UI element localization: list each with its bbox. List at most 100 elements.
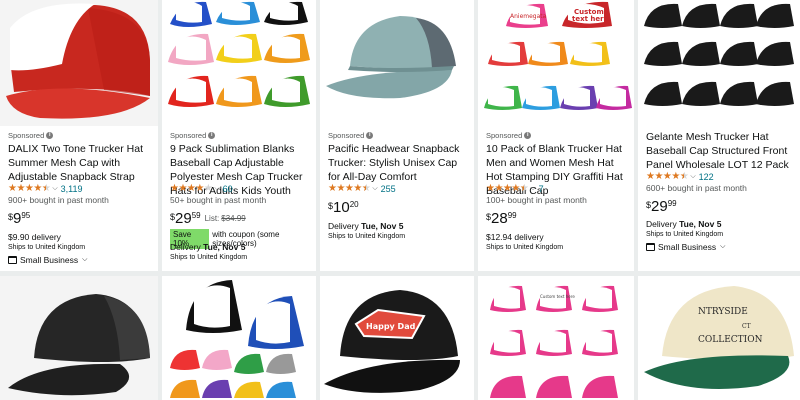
bought-count: 900+ bought in past month bbox=[8, 195, 109, 205]
delivery-date: Delivery Tue, Nov 5 bbox=[646, 219, 722, 229]
store-icon bbox=[646, 243, 655, 251]
sponsored-label[interactable]: Sponsored i bbox=[8, 131, 54, 140]
product-image[interactable] bbox=[0, 276, 158, 400]
info-icon[interactable]: i bbox=[366, 132, 374, 139]
bought-count: 600+ bought in past month bbox=[646, 183, 747, 193]
price-whole: 9 bbox=[13, 210, 22, 227]
delivery-fee: $12.94 delivery bbox=[486, 232, 544, 242]
sponsored-text: Sponsored bbox=[8, 131, 45, 140]
product-image[interactable] bbox=[162, 276, 316, 400]
product-card[interactable]: Sponsored i 9 Pack Sublimation Blanks Bas… bbox=[162, 0, 316, 271]
patch-text: Custom text here bbox=[540, 294, 575, 299]
bought-count: 100+ bought in past month bbox=[486, 195, 587, 205]
price-whole: 29 bbox=[651, 198, 668, 215]
product-price[interactable]: $29 59 List: $34.99 bbox=[170, 210, 246, 227]
list-price: List: $34.99 bbox=[204, 214, 246, 223]
patch-text: COLLECTION bbox=[698, 335, 763, 345]
chevron-down-icon[interactable]: ⌵ bbox=[372, 185, 377, 193]
ships-to: Ships to United Kingdom bbox=[170, 254, 248, 261]
small-business-badge[interactable]: Small Business ⌵ bbox=[646, 242, 725, 252]
price-fraction: 20 bbox=[349, 200, 359, 209]
product-title[interactable]: DALIX Two Tone Trucker Hat Summer Mesh C… bbox=[8, 142, 152, 184]
product-rating[interactable]: ★★★★★ ⌵ 60 bbox=[170, 183, 233, 194]
star-rating-icon: ★★★★★ bbox=[486, 183, 529, 194]
product-rating[interactable]: ★★★★★ ⌵ 122 bbox=[646, 171, 714, 182]
sponsored-label[interactable]: Sponsored i bbox=[486, 131, 532, 140]
price-whole: 10 bbox=[333, 199, 350, 216]
chevron-down-icon[interactable]: ⌵ bbox=[52, 185, 57, 193]
chevron-down-icon[interactable]: ⌵ bbox=[82, 256, 87, 264]
small-business-badge[interactable]: Small Business ⌵ bbox=[8, 255, 87, 265]
price-fraction: 99 bbox=[507, 211, 517, 220]
star-rating-icon: ★★★★★ bbox=[328, 183, 371, 194]
product-card[interactable] bbox=[0, 276, 158, 400]
review-count[interactable]: 122 bbox=[699, 172, 714, 182]
product-title[interactable]: Pacific Headwear Snapback Trucker: Styli… bbox=[328, 142, 468, 184]
ships-to: Ships to United Kingdom bbox=[328, 233, 406, 240]
price-fraction: 95 bbox=[21, 211, 31, 220]
star-rating-icon: ★★★★★ bbox=[646, 171, 689, 182]
sponsored-label[interactable]: Sponsored i bbox=[170, 131, 216, 140]
product-card[interactable]: NTRYSIDE CT COLLECTION bbox=[638, 276, 800, 400]
ships-to: Ships to United Kingdom bbox=[646, 231, 724, 238]
product-image[interactable] bbox=[320, 0, 474, 126]
delivery-date: Delivery Tue, Nov 5 bbox=[328, 221, 404, 231]
product-rating[interactable]: ★★★★★ ⌵ 3,119 bbox=[8, 183, 83, 194]
chevron-down-icon[interactable]: ⌵ bbox=[690, 173, 695, 181]
review-count[interactable]: 60 bbox=[223, 184, 233, 194]
review-count[interactable]: 255 bbox=[381, 184, 396, 194]
review-count[interactable]: 7 bbox=[539, 184, 544, 194]
product-card[interactable] bbox=[162, 276, 316, 400]
product-price[interactable]: $29 99 bbox=[646, 198, 677, 215]
bought-count: 50+ bought in past month bbox=[170, 195, 267, 205]
delivery-fee: $9.90 delivery bbox=[8, 232, 61, 242]
price-whole: 28 bbox=[491, 210, 508, 227]
product-image[interactable]: Aniemegata Custom text here bbox=[478, 0, 634, 126]
image-text: text here bbox=[572, 15, 609, 23]
product-image[interactable]: Happy Dad bbox=[320, 276, 474, 400]
chevron-down-icon[interactable]: ⌵ bbox=[530, 185, 535, 193]
product-rating[interactable]: ★★★★★ ⌵ 255 bbox=[328, 183, 396, 194]
product-image[interactable] bbox=[0, 0, 158, 126]
patch-text: CT bbox=[742, 323, 751, 330]
product-card[interactable]: Custom text here bbox=[478, 276, 634, 400]
product-title[interactable]: Gelante Mesh Trucker Hat Baseball Cap St… bbox=[646, 130, 794, 172]
sponsored-text: Sponsored bbox=[170, 131, 207, 140]
product-card[interactable]: Aniemegata Custom text here Sponsored i 1… bbox=[478, 0, 634, 271]
results-grid: Sponsored i DALIX Two Tone Trucker Hat Su… bbox=[0, 0, 800, 400]
price-fraction: 99 bbox=[667, 199, 677, 208]
info-icon[interactable]: i bbox=[208, 132, 216, 139]
product-price[interactable]: $9 95 bbox=[8, 210, 30, 227]
product-card[interactable]: Happy Dad bbox=[320, 276, 474, 400]
product-card[interactable]: Sponsored i Pacific Headwear Snapback Tru… bbox=[320, 0, 474, 271]
patch-text: NTRYSIDE bbox=[698, 307, 748, 317]
image-text: Aniemegata bbox=[510, 13, 547, 20]
ships-to: Ships to United Kingdom bbox=[486, 244, 564, 251]
price-fraction: 59 bbox=[191, 211, 201, 220]
product-price[interactable]: $28 99 bbox=[486, 210, 517, 227]
sponsored-label[interactable]: Sponsored i bbox=[328, 131, 374, 140]
product-rating[interactable]: ★★★★★ ⌵ 7 bbox=[486, 183, 544, 194]
info-icon[interactable]: i bbox=[46, 132, 54, 139]
patch-text: Happy Dad bbox=[366, 322, 416, 331]
star-rating-icon: ★★★★★ bbox=[8, 183, 51, 194]
price-whole: 29 bbox=[175, 210, 192, 227]
info-icon[interactable]: i bbox=[524, 132, 532, 139]
product-image[interactable] bbox=[162, 0, 316, 126]
product-card[interactable]: Sponsored i DALIX Two Tone Trucker Hat Su… bbox=[0, 0, 158, 271]
product-price[interactable]: $10 20 bbox=[328, 199, 359, 216]
product-image[interactable]: NTRYSIDE CT COLLECTION bbox=[638, 276, 800, 400]
product-image[interactable]: Custom text here bbox=[478, 276, 634, 400]
product-image[interactable] bbox=[638, 0, 800, 126]
chevron-down-icon[interactable]: ⌵ bbox=[720, 243, 725, 251]
ships-to: Ships to United Kingdom bbox=[8, 244, 86, 251]
review-count[interactable]: 3,119 bbox=[61, 184, 83, 194]
small-business-label: Small Business bbox=[658, 242, 717, 252]
store-icon bbox=[8, 256, 17, 264]
delivery-date: Delivery Tue, Nov 5 bbox=[170, 242, 246, 252]
product-card[interactable]: Gelante Mesh Trucker Hat Baseball Cap St… bbox=[638, 0, 800, 271]
star-rating-icon: ★★★★★ bbox=[170, 183, 213, 194]
chevron-down-icon[interactable]: ⌵ bbox=[214, 185, 219, 193]
small-business-label: Small Business bbox=[20, 255, 79, 265]
sponsored-text: Sponsored bbox=[328, 131, 365, 140]
